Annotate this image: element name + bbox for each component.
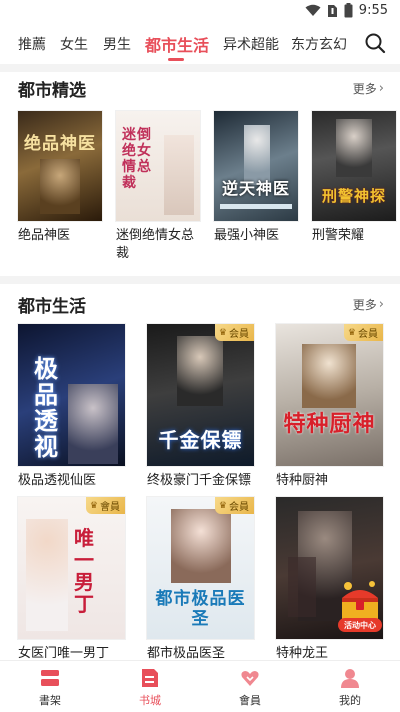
status-icons: 9:55: [305, 3, 388, 18]
tab-eastern-fantasy[interactable]: 东方玄幻: [291, 34, 347, 54]
book-cover: 特种厨神 ♛ 会員: [276, 324, 383, 466]
section-title-urban-picks: 都市精选: [18, 81, 86, 101]
book-cover: 迷倒绝女情总裁: [116, 111, 200, 221]
book-title: 特种厨神: [276, 473, 329, 488]
profile-icon: [341, 669, 359, 688]
nav-label: 書架: [39, 694, 61, 707]
cover-text: 逆天神医: [221, 179, 290, 198]
nav-bookstore[interactable]: 书城: [120, 667, 180, 708]
vip-badge-label: 会員: [358, 329, 378, 340]
more-label: 更多: [352, 82, 377, 96]
book-title: 迷倒绝情女总裁: [116, 228, 195, 261]
book-cover: 千金保镖 ♛ 会員: [147, 324, 254, 466]
status-time: 9:55: [358, 3, 388, 18]
tab-urban-life[interactable]: 都市生活: [145, 32, 209, 56]
book-card[interactable]: 唯一男丁 ♛ 會員 女医门唯一男丁: [18, 497, 125, 663]
nav-label: 我的: [339, 694, 361, 707]
vip-badge: ♛ 会員: [214, 497, 254, 514]
chevron-right-icon: ›: [378, 297, 384, 312]
vip-badge-label: 会員: [229, 502, 249, 513]
book-cover: 绝品神医: [18, 111, 102, 221]
cover-text: 千金保镖: [158, 428, 243, 452]
cover-text: 迷倒绝女情总裁: [122, 127, 152, 191]
bookstore-icon: [142, 669, 158, 687]
cover-text: 刑警神探: [321, 187, 386, 205]
more-link-urban-life[interactable]: 更多 ›: [353, 296, 384, 313]
book-card[interactable]: 刑警神探 刑警荣耀: [312, 111, 396, 245]
nav-vip[interactable]: 會員: [220, 667, 280, 708]
wifi-icon: [305, 4, 321, 16]
vip-badge: ♛ 會員: [85, 497, 125, 514]
cover-text: 唯一男丁: [74, 526, 95, 616]
nav-label: 會員: [239, 694, 261, 707]
section-title-urban-life: 都市生活: [18, 297, 86, 317]
active-tab-indicator: [168, 58, 184, 61]
tab-male[interactable]: 男生: [103, 34, 131, 54]
book-cover: 极品透视: [18, 324, 125, 466]
bottom-nav: 書架 书城 會員 我的: [0, 660, 400, 712]
book-cover: 都市极品医圣 ♛ 会員: [147, 497, 254, 639]
cover-text: 特种厨神: [283, 412, 376, 437]
book-card[interactable]: 极品透视 极品透视仙医: [18, 324, 125, 490]
nav-bookshelf[interactable]: 書架: [20, 667, 80, 708]
tab-supernatural[interactable]: 异术超能: [223, 34, 279, 54]
section-divider: [0, 64, 400, 72]
activity-center-button[interactable]: 活动中心: [334, 576, 386, 636]
cover-text: 都市极品医圣: [155, 589, 246, 629]
book-title: 绝品神医: [18, 228, 71, 243]
crown-icon: ♛: [89, 500, 98, 511]
category-tabs: 推薦 女生 男生 都市生活 异术超能 东方玄幻: [0, 26, 400, 62]
vip-badge-label: 會員: [100, 502, 120, 513]
book-card[interactable]: 逆天神医 最强小神医: [214, 111, 298, 245]
sim-card-icon: [327, 4, 337, 17]
vip-badge: ♛ 会員: [214, 324, 254, 341]
book-cover: 唯一男丁 ♛ 會員: [18, 497, 125, 639]
vip-badge-label: 会員: [229, 329, 249, 340]
book-title: 终极豪门千金保镖: [147, 473, 252, 488]
crown-icon: ♛: [218, 500, 227, 511]
more-link-urban-picks[interactable]: 更多 ›: [353, 80, 384, 97]
chevron-right-icon: ›: [378, 81, 384, 96]
tab-female[interactable]: 女生: [60, 34, 88, 54]
bookshelf-icon: [41, 670, 59, 686]
book-title: 极品透视仙医: [18, 473, 97, 488]
activity-center-label: 活动中心: [344, 621, 376, 630]
book-card[interactable]: 千金保镖 ♛ 会員 终极豪门千金保镖: [147, 324, 254, 490]
vip-heart-icon: [241, 671, 259, 686]
book-card[interactable]: 特种厨神 ♛ 会員 特种厨神: [276, 324, 383, 490]
book-cover: 逆天神医: [214, 111, 298, 221]
book-card[interactable]: 都市极品医圣 ♛ 会員 都市极品医圣: [147, 497, 254, 663]
book-card[interactable]: 绝品神医 绝品神医: [18, 111, 102, 245]
section-divider: [0, 276, 400, 284]
battery-icon: [344, 3, 353, 18]
vip-badge: ♛ 会員: [343, 324, 383, 341]
cover-text: 绝品神医: [24, 134, 96, 154]
crown-icon: ♛: [218, 327, 227, 338]
more-label: 更多: [352, 298, 377, 312]
search-icon[interactable]: [364, 32, 386, 54]
status-bar: 9:55: [0, 0, 400, 24]
nav-profile[interactable]: 我的: [320, 667, 380, 708]
crown-icon: ♛: [347, 327, 356, 338]
book-card[interactable]: 迷倒绝女情总裁 迷倒绝情女总裁: [116, 111, 200, 263]
book-cover: 刑警神探: [312, 111, 396, 221]
book-title: 刑警荣耀: [312, 228, 365, 243]
tab-recommend[interactable]: 推薦: [18, 34, 46, 54]
book-title: 最强小神医: [214, 228, 280, 243]
nav-label: 书城: [139, 694, 161, 707]
